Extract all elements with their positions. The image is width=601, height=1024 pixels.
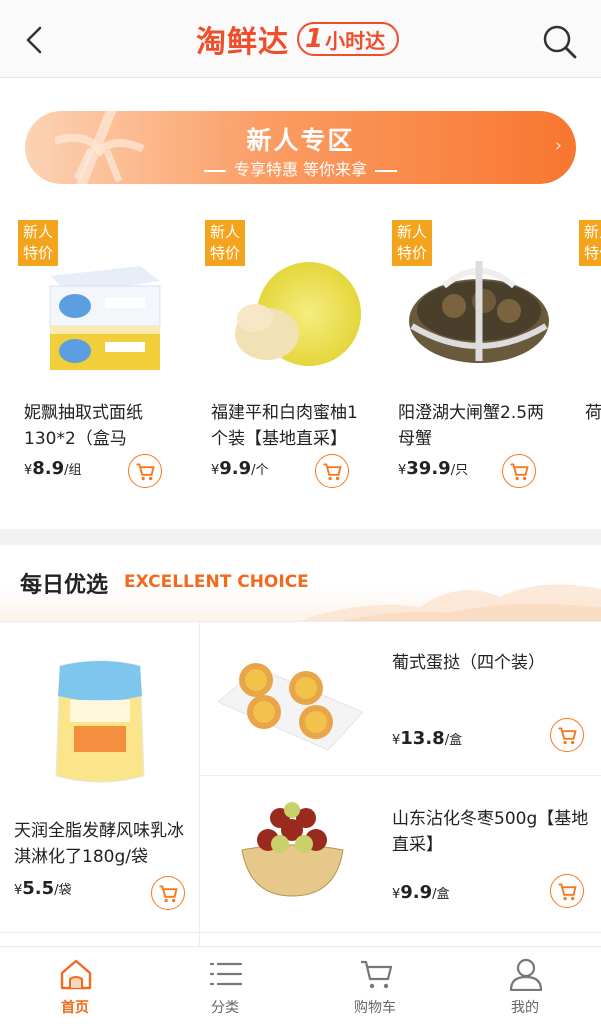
product-price: ¥8.9/组 (24, 458, 82, 479)
badge-line: 新人 (209, 223, 240, 241)
app-logo: 淘鲜达 1 小时达 (196, 16, 400, 62)
app-page: 淘鲜达 1 小时达 新人专区 专享特惠 等你来拿 › 新人 特价 妮飘抽取式面纸… (0, 0, 601, 1024)
category-icon (209, 962, 243, 986)
divider (199, 621, 200, 946)
product-image-yogurt (55, 660, 145, 783)
product-image-jujubes (241, 802, 344, 897)
product-price: ¥13.8/盒 (392, 728, 463, 749)
add-to-cart-button[interactable] (128, 454, 162, 488)
product-name: 天润全脂发酵风味乳冰淇淋化了180g/袋 (14, 821, 184, 867)
newcomer-product-card[interactable]: 新人 特价 荷 (561, 214, 601, 510)
back-arrow-icon[interactable] (18, 22, 54, 58)
product-name: 福建平和白肉蜜柚1个装【基地直采】 (211, 403, 358, 449)
badge-line: 特价 (583, 244, 601, 262)
add-to-cart-button[interactable] (151, 876, 185, 910)
newcomer-product-card[interactable]: 新人 特价 阳澄湖大闸蟹2.5两母蟹 ¥39.9/只 (374, 214, 560, 510)
add-to-cart-button[interactable] (550, 718, 584, 752)
divider (0, 932, 601, 933)
section-subtitle: EXCELLENT CHOICE (124, 572, 309, 592)
add-to-cart-button[interactable] (502, 454, 536, 488)
chevron-right-icon: › (554, 135, 562, 156)
product-name: 荷 (585, 403, 601, 423)
nav-item-home[interactable]: 首页 (0, 947, 150, 1024)
logo-text: 淘鲜达 (196, 25, 289, 60)
product-price: ¥39.9/只 (398, 458, 469, 479)
newcomer-badge: 新人 特价 (205, 220, 245, 266)
banner-subtitle: 专享特惠 等你来拿 (233, 160, 368, 179)
banner-subtitle-row: 专享特惠 等你来拿 (25, 156, 576, 180)
nav-label: 首页 (61, 1000, 89, 1016)
logo-badge-text: 小时达 (325, 28, 386, 53)
product-price: ¥9.9/个 (211, 458, 269, 479)
mountain-decoration (300, 584, 601, 621)
banner-title: 新人专区 (246, 126, 355, 155)
home-icon (60, 959, 92, 990)
nav-item-category[interactable]: 分类 (150, 947, 300, 1024)
nav-label: 我的 (511, 1000, 539, 1016)
newcomer-banner[interactable]: 新人专区 专享特惠 等你来拿 › (25, 111, 576, 184)
product-price: ¥9.9/盒 (392, 882, 450, 903)
cart-icon (361, 960, 393, 989)
divider (375, 169, 398, 172)
search-icon[interactable] (538, 20, 580, 62)
product-image-egg-tarts (218, 663, 363, 751)
nav-item-profile[interactable]: 我的 (450, 947, 600, 1024)
product-name: 阳澄湖大闸蟹2.5两母蟹 (398, 403, 545, 449)
logo-badge: 1 小时达 (297, 22, 400, 56)
logo-badge-number: 1 (305, 24, 324, 54)
newcomer-badge: 新人 特价 (392, 220, 432, 266)
badge-line: 新人 (396, 223, 427, 241)
nav-label: 分类 (211, 1000, 239, 1016)
section-divider (0, 529, 601, 545)
divider (0, 621, 601, 622)
top-bar: 淘鲜达 1 小时达 (0, 0, 601, 78)
user-icon (509, 958, 543, 991)
nav-item-cart[interactable]: 购物车 (300, 947, 450, 1024)
product-name: 葡式蛋挞（四个装） (392, 653, 545, 673)
nav-label: 购物车 (354, 1000, 396, 1016)
badge-line: 特价 (396, 244, 427, 262)
bottom-nav: 首页 分类 购物车 我的 (0, 946, 601, 1024)
newcomer-badge: 新人 特价 (579, 220, 601, 266)
badge-line: 新人 (22, 223, 53, 241)
add-to-cart-button[interactable] (550, 874, 584, 908)
product-name: 山东沾化冬枣500g【基地直采】 (392, 809, 589, 855)
badge-line: 新人 (583, 223, 601, 241)
section-title: 每日优选 (20, 573, 109, 598)
product-image-pomelo (235, 262, 361, 366)
newcomer-product-card[interactable]: 新人 特价 福建平和白肉蜜柚1个装【基地直采】 ¥9.9/个 (187, 214, 373, 510)
product-price: ¥5.5/袋 (14, 878, 72, 899)
badge-line: 特价 (209, 244, 240, 262)
product-image-crabs (409, 261, 549, 363)
newcomer-product-card[interactable]: 新人 特价 妮飘抽取式面纸130*2（盒马 ¥8.9/组 (0, 214, 186, 510)
product-image-tissues (49, 266, 161, 370)
daily-picks-header: 每日优选 EXCELLENT CHOICE (0, 545, 601, 621)
product-name: 妮飘抽取式面纸130*2（盒马 (24, 403, 143, 449)
divider (203, 169, 226, 172)
add-to-cart-button[interactable] (315, 454, 349, 488)
divider (200, 775, 601, 776)
badge-line: 特价 (22, 244, 53, 262)
newcomer-badge: 新人 特价 (18, 220, 58, 266)
